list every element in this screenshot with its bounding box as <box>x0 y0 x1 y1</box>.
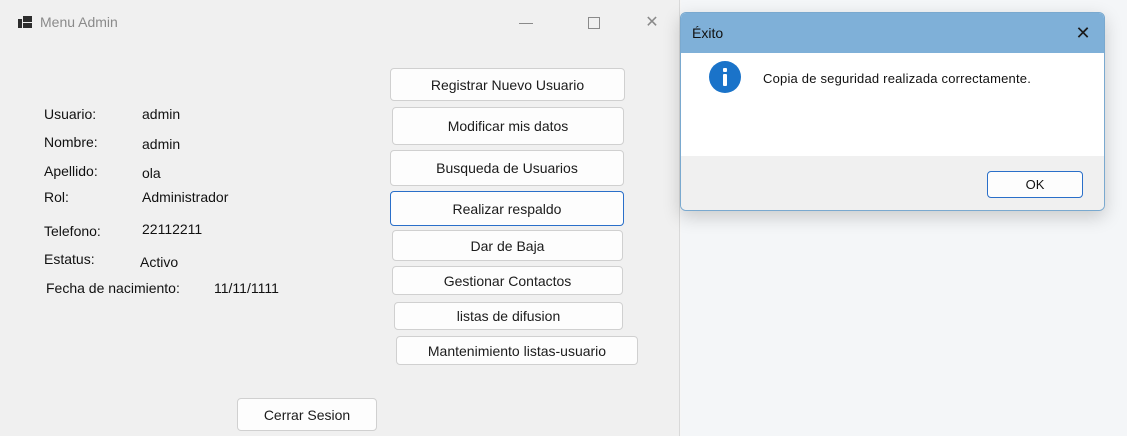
fecha-nacimiento-value: 11/11/1111 <box>214 280 279 296</box>
telefono-label: Telefono: <box>44 223 101 239</box>
main-window: Menu Admin ✕ Usuario: admin Nombre: admi… <box>0 0 680 436</box>
estatus-label: Estatus: <box>44 251 95 267</box>
dialog-message: Copia de seguridad realizada correctamen… <box>763 71 1032 86</box>
telefono-value: 22112211 <box>142 221 203 237</box>
apellido-label: Apellido: <box>44 163 98 179</box>
estatus-value: Activo <box>140 254 179 270</box>
registrar-usuario-button[interactable]: Registrar Nuevo Usuario <box>390 68 625 101</box>
maximize-button[interactable] <box>574 8 614 38</box>
window-title: Menu Admin <box>40 14 118 30</box>
usuario-label: Usuario: <box>44 106 97 122</box>
busqueda-usuarios-button[interactable]: Busqueda de Usuarios <box>390 150 624 186</box>
gestionar-contactos-button[interactable]: Gestionar Contactos <box>392 266 623 295</box>
info-icon <box>709 61 741 93</box>
listas-difusion-button[interactable]: listas de difusion <box>394 302 623 330</box>
dialog-body <box>681 53 1104 156</box>
close-icon: ✕ <box>1075 23 1091 43</box>
dialog-close-button[interactable]: ✕ <box>1068 19 1098 47</box>
usuario-value: admin <box>142 106 181 122</box>
mantenimiento-listas-button[interactable]: Mantenimiento listas-usuario <box>396 336 638 365</box>
dialog-title: Éxito <box>692 25 724 41</box>
minimize-icon <box>519 23 533 24</box>
close-icon: ✕ <box>645 14 659 31</box>
minimize-button[interactable] <box>506 8 546 38</box>
maximize-icon <box>588 17 600 29</box>
cerrar-sesion-button[interactable]: Cerrar Sesion <box>237 398 377 431</box>
main-titlebar[interactable]: Menu Admin ✕ <box>0 0 680 40</box>
fecha-nacimiento-label: Fecha de nacimiento: <box>46 280 180 296</box>
rol-label: Rol: <box>44 189 69 205</box>
dialog-titlebar[interactable]: Éxito ✕ <box>681 13 1104 53</box>
app-icon <box>18 16 32 28</box>
rol-value: Administrador <box>142 189 229 205</box>
close-button[interactable]: ✕ <box>632 8 672 38</box>
success-dialog: Éxito ✕ Copia de seguridad realizada cor… <box>680 12 1105 211</box>
nombre-label: Nombre: <box>44 134 98 150</box>
dar-de-baja-button[interactable]: Dar de Baja <box>392 230 623 261</box>
apellido-value: ola <box>142 165 161 181</box>
nombre-value: admin <box>142 136 181 152</box>
modificar-datos-button[interactable]: Modificar mis datos <box>392 107 624 145</box>
realizar-respaldo-button[interactable]: Realizar respaldo <box>390 191 624 226</box>
ok-button[interactable]: OK <box>987 171 1083 198</box>
